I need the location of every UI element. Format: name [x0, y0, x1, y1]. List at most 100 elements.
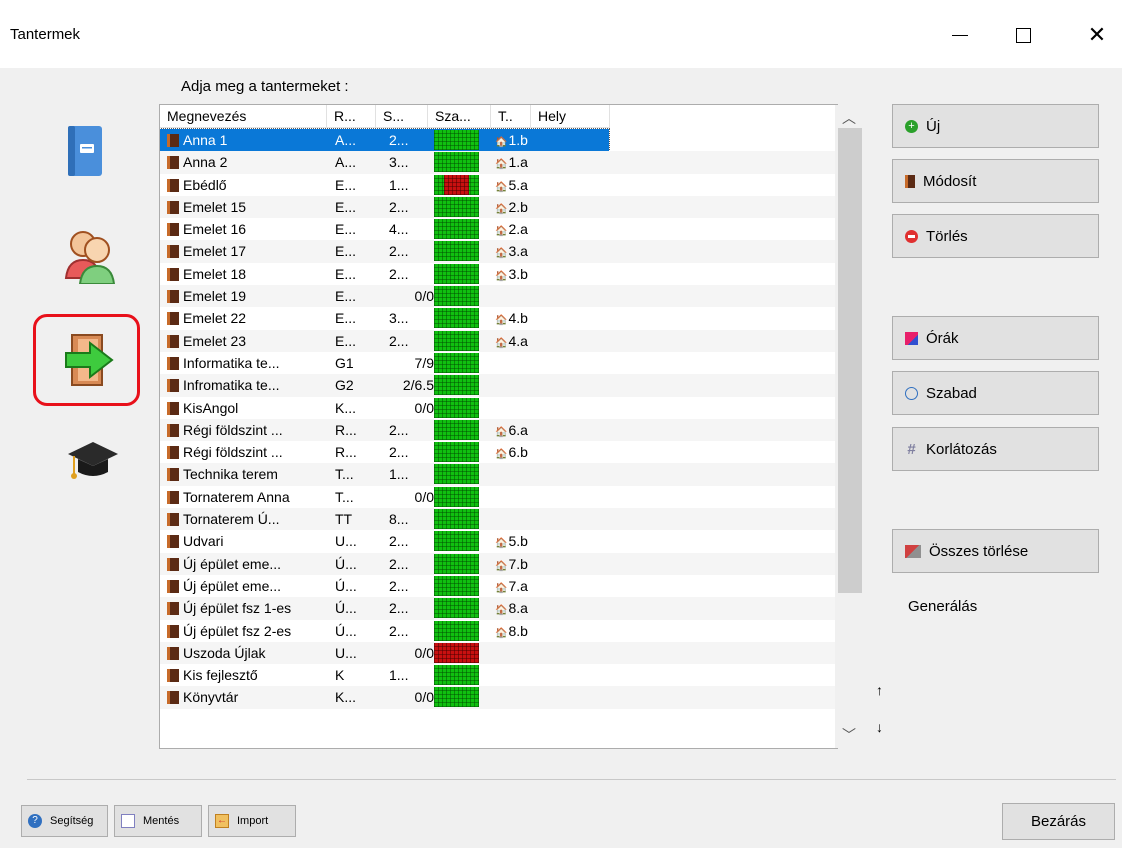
rooms-list[interactable]: Megnevezés R... S... Sza... T.. Hely Ann…: [159, 104, 838, 749]
house-icon: 🏠: [495, 226, 508, 238]
hours-button-label: Órák: [926, 329, 959, 347]
class-label: 🏠7.a: [495, 575, 528, 600]
import-button[interactable]: ← Import: [208, 805, 296, 837]
delete-button[interactable]: Törlés: [892, 214, 1099, 258]
table-row[interactable]: Ebédlő E... 1... 🏠5.a: [160, 174, 837, 196]
room-short: E...: [335, 198, 357, 215]
class-name: 2.b: [508, 198, 528, 215]
free-button[interactable]: Szabad: [892, 371, 1099, 415]
generate-link[interactable]: Generálás: [908, 598, 977, 615]
table-row[interactable]: Kis fejlesztő K 1...: [160, 664, 837, 686]
table-row[interactable]: Emelet 16 E... 4... 🏠2.a: [160, 218, 837, 240]
class-name: 2.a: [508, 221, 528, 238]
class-label: 🏠3.b: [495, 263, 528, 288]
col-s-header[interactable]: S...: [376, 105, 428, 128]
maximize-button[interactable]: [1000, 18, 1046, 52]
room-name: Informatika te...: [183, 354, 280, 371]
table-row[interactable]: Emelet 22 E... 3... 🏠4.b: [160, 307, 837, 329]
table-row[interactable]: KisAngol K... 0/0: [160, 397, 837, 419]
close-window-button[interactable]: ✕: [1074, 18, 1120, 52]
rooms-nav-selected[interactable]: [33, 314, 140, 406]
table-row[interactable]: Informatika te... G1 7/9: [160, 352, 837, 374]
table-row[interactable]: Új épület eme... Ú... 2... 🏠7.a: [160, 575, 837, 600]
table-row[interactable]: Tornaterem Anna T... 0/0: [160, 486, 837, 508]
table-row[interactable]: Udvari U... 2... 🏠5.b: [160, 530, 837, 552]
separator: [27, 779, 1116, 780]
table-row[interactable]: Infromatika te... G2 2/6.5: [160, 374, 837, 397]
help-button[interactable]: ? Segítség: [21, 805, 108, 837]
room-name: Tornaterem Ú...: [183, 511, 280, 528]
room-name: Emelet 18: [183, 265, 247, 282]
graduation-cap-icon[interactable]: [66, 440, 120, 486]
scroll-down-icon[interactable]: ﹀: [840, 726, 858, 744]
room-short: A...: [335, 154, 357, 171]
free-button-label: Szabad: [926, 384, 977, 402]
room-name: Régi földszint ...: [183, 421, 283, 438]
save-button[interactable]: Mentés: [114, 805, 202, 837]
table-row[interactable]: Emelet 23 E... 2... 🏠4.a: [160, 329, 837, 352]
class-label: 🏠7.b: [495, 553, 528, 578]
list-rows: Anna 1 A... 2... 🏠1.b Anna 2 A... 3... 🏠1.a Ebéd…: [160, 128, 837, 709]
availability-grid: [434, 286, 479, 307]
class-label: 🏠6.a: [495, 419, 528, 444]
class-label: 🏠8.b: [495, 620, 528, 645]
room-short: Ú...: [335, 600, 357, 617]
col-class-header[interactable]: T..: [491, 105, 531, 128]
availability-grid: [434, 531, 479, 552]
delete-all-button[interactable]: Összes törlése: [892, 529, 1099, 573]
table-row[interactable]: Tornaterem Ú... TT 8...: [160, 508, 837, 531]
room-name: Emelet 23: [183, 332, 247, 349]
hours-button[interactable]: Órák: [892, 316, 1099, 360]
door-icon: [167, 134, 179, 147]
col-free-header[interactable]: Sza...: [428, 105, 491, 128]
col-r-header[interactable]: R...: [327, 105, 376, 128]
people-icon[interactable]: [64, 228, 118, 284]
limit-button[interactable]: # Korlátozás: [892, 427, 1099, 471]
class-label: 🏠3.a: [495, 240, 528, 265]
move-up-button[interactable]: ↑: [876, 682, 883, 698]
door-icon: [167, 535, 179, 549]
room-load: 0/0: [414, 689, 434, 706]
eraser-icon: [905, 544, 921, 558]
modify-button[interactable]: Módosít: [892, 159, 1099, 203]
help-icon: ?: [28, 814, 42, 828]
move-down-button[interactable]: ↓: [876, 719, 883, 735]
availability-grid: [434, 665, 479, 686]
table-row[interactable]: Régi földszint ... R... 2... 🏠6.b: [160, 441, 837, 463]
minus-icon: [905, 229, 918, 243]
room-short: G1: [335, 354, 354, 371]
table-row[interactable]: Új épület fsz 2-es Ú... 2... 🏠8.b: [160, 620, 837, 645]
table-row[interactable]: Régi földszint ... R... 2... 🏠6.a: [160, 418, 837, 444]
house-icon: 🏠: [495, 248, 508, 260]
table-row[interactable]: Könyvtár K... 0/0: [160, 686, 837, 709]
room-short: E...: [335, 265, 357, 282]
table-row[interactable]: Technika terem T... 1...: [160, 463, 837, 486]
availability-grid: [434, 509, 479, 530]
room-name: Uszoda Újlak: [183, 644, 266, 661]
table-row[interactable]: Emelet 18 E... 2... 🏠3.b: [160, 263, 837, 288]
book-icon[interactable]: [66, 126, 104, 178]
table-row[interactable]: Anna 2 A... 3... 🏠1.a: [160, 151, 837, 174]
table-row[interactable]: Emelet 19 E... 0/0: [160, 285, 837, 308]
save-icon: [121, 814, 135, 828]
scrollbar-thumb[interactable]: [838, 128, 862, 593]
minimize-button[interactable]: [937, 18, 983, 52]
room-name: Új épület fsz 2-es: [183, 622, 292, 639]
new-button[interactable]: + Új: [892, 104, 1099, 148]
door-icon: [167, 513, 179, 527]
house-icon: 🏠: [495, 627, 508, 639]
table-row[interactable]: Emelet 17 E... 2... 🏠3.a: [160, 240, 837, 265]
house-icon: 🏠: [495, 538, 508, 550]
table-row[interactable]: Új épület eme... Ú... 2... 🏠7.b: [160, 552, 837, 578]
table-row[interactable]: Uszoda Újlak U... 0/0: [160, 641, 837, 665]
table-row[interactable]: Anna 1 A... 2... 🏠1.b: [160, 128, 837, 152]
table-row[interactable]: Emelet 15 E... 2... 🏠2.b: [160, 195, 837, 219]
col-place-header[interactable]: Hely: [531, 105, 610, 128]
table-row[interactable]: Új épület fsz 1-es Ú... 2... 🏠8.a: [160, 597, 837, 620]
door-icon: [905, 174, 915, 188]
close-button[interactable]: Bezárás: [1002, 803, 1115, 840]
col-name-header[interactable]: Megnevezés: [160, 105, 327, 128]
scroll-up-icon[interactable]: ︿: [840, 109, 858, 127]
availability-grid: [434, 642, 479, 663]
room-short: G2: [335, 377, 354, 394]
